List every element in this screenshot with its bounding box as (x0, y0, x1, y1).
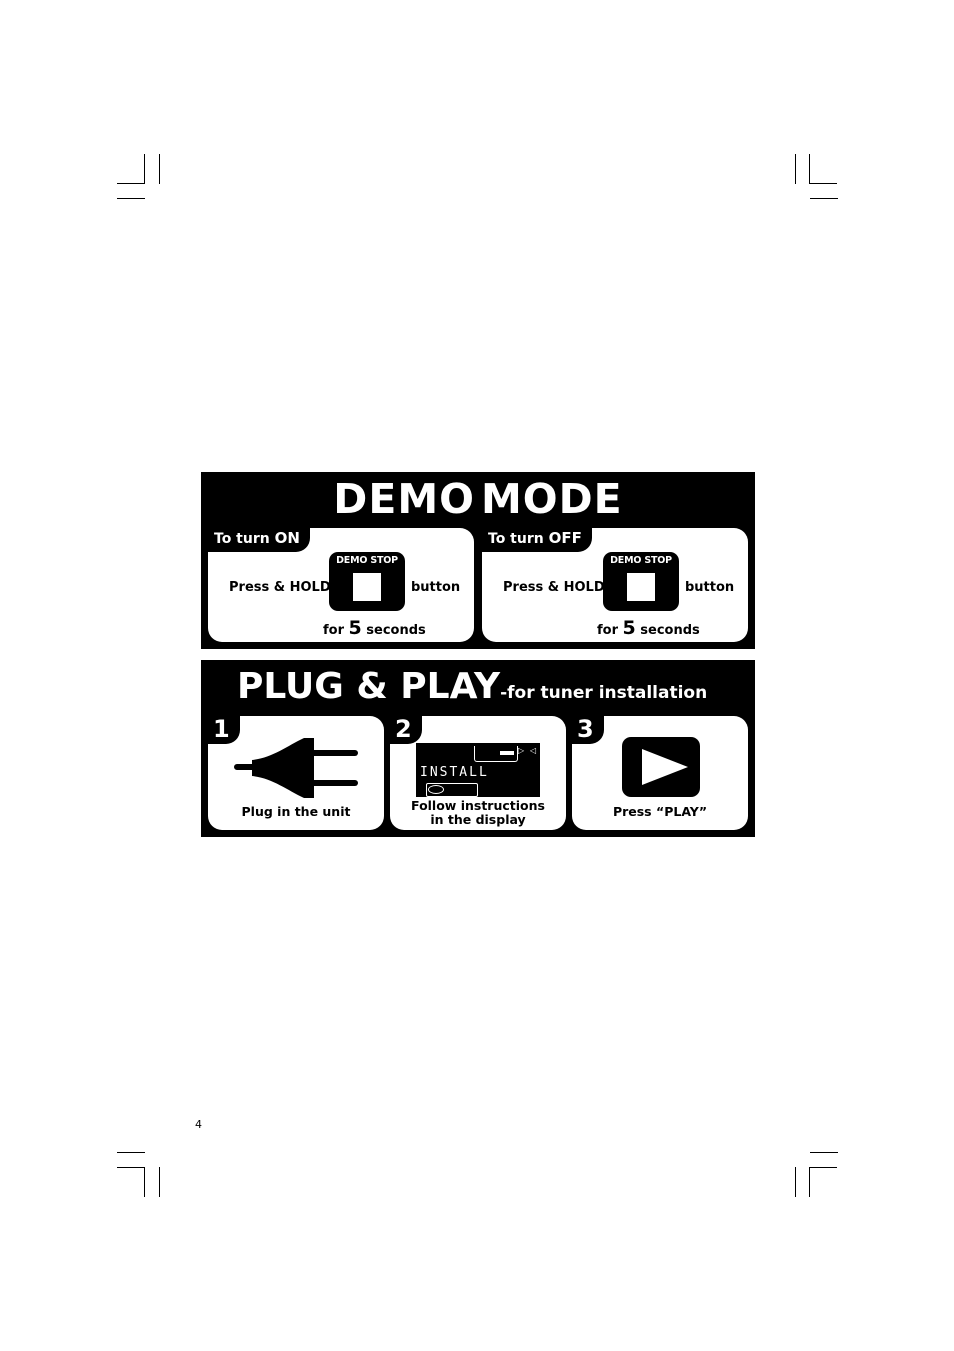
demo-stop-button-icon: DEMO STOP (603, 552, 679, 611)
caption-line: Follow instructions (411, 798, 545, 813)
button-word: button (685, 580, 735, 595)
crop-mark (809, 154, 810, 184)
lcd-logo-icon (428, 785, 444, 794)
crop-mark (159, 154, 160, 184)
crop-mark (809, 1167, 837, 1168)
duration-label: for 5 seconds (597, 617, 700, 639)
crop-mark (117, 183, 145, 184)
step-number: 2 (390, 716, 422, 744)
demo-stop-label: DEMO STOP (336, 555, 398, 566)
demo-stop-label: DEMO STOP (610, 555, 672, 566)
press-hold-label: Press & HOLD (229, 580, 331, 595)
lcd-display-icon: ▷ ◁ INSTALL (416, 743, 540, 797)
turn-on-card: To turn ON Press & HOLD DEMO STOP button… (208, 528, 474, 642)
title-word: MODE (481, 475, 623, 523)
for-text: for (323, 623, 349, 638)
seconds-text: seconds (361, 623, 426, 638)
crop-mark (144, 1167, 145, 1197)
tab-state: ON (274, 529, 300, 547)
page-number: 4 (195, 1118, 202, 1131)
tab-state: OFF (548, 529, 582, 547)
crop-mark (159, 1167, 160, 1197)
caption-line: in the display (430, 812, 526, 827)
crop-mark (795, 154, 796, 184)
step-3-card: 3 Press “PLAY” (572, 716, 748, 830)
crop-mark (117, 198, 145, 199)
lcd-arrow-icon: ◁ (530, 746, 537, 755)
step-number: 3 (572, 716, 604, 744)
title-word: DEMO (333, 475, 475, 523)
plug-and-play-title: PLUG & PLAY-for tuner installation (237, 662, 707, 718)
demo-stop-button-icon: DEMO STOP (329, 552, 405, 611)
demo-mode-panel: DEMO MODE To turn ON Press & HOLD DEMO ST… (201, 472, 755, 649)
stop-square-icon (353, 573, 381, 601)
duration-value: 5 (348, 617, 362, 639)
step-1-card: 1 Plug in the unit (208, 716, 384, 830)
tab-prefix: To turn (214, 531, 275, 547)
crop-mark (795, 1167, 796, 1197)
step-caption: Plug in the unit (241, 804, 351, 819)
duration-label: for 5 seconds (323, 617, 426, 639)
turn-off-card: To turn OFF Press & HOLD DEMO STOP butto… (482, 528, 748, 642)
plug-and-play-panel: PLUG & PLAY-for tuner installation 1 Plu… (201, 660, 755, 837)
play-button-icon (622, 737, 700, 797)
crop-mark (144, 154, 145, 184)
lcd-bar (500, 751, 514, 755)
turn-off-tab: To turn OFF (482, 528, 592, 552)
turn-on-tab: To turn ON (208, 528, 310, 552)
crop-mark (809, 1167, 810, 1197)
lcd-arrow-icon: ▷ (518, 746, 525, 755)
seconds-text: seconds (635, 623, 700, 638)
play-arrow-icon (642, 749, 688, 785)
crop-mark (810, 198, 838, 199)
demo-mode-title: DEMO MODE (201, 474, 755, 524)
step-caption: Follow instructions in the display (390, 799, 566, 827)
subtitle-text: -for tuner installation (500, 683, 708, 703)
crop-mark (117, 1152, 145, 1153)
duration-value: 5 (622, 617, 636, 639)
crop-mark (117, 1167, 145, 1168)
press-hold-label: Press & HOLD (503, 580, 605, 595)
step-2-card: 2 ▷ ◁ INSTALL Follow instructions in the… (390, 716, 566, 830)
lcd-text: INSTALL (420, 765, 489, 780)
power-plug-icon (234, 738, 358, 798)
button-word: button (411, 580, 461, 595)
step-caption: Press “PLAY” (612, 804, 708, 819)
title-text: PLUG & PLAY (237, 666, 501, 707)
crop-mark (810, 1152, 838, 1153)
tab-prefix: To turn (488, 531, 549, 547)
for-text: for (597, 623, 623, 638)
crop-mark (809, 183, 837, 184)
stop-square-icon (627, 573, 655, 601)
